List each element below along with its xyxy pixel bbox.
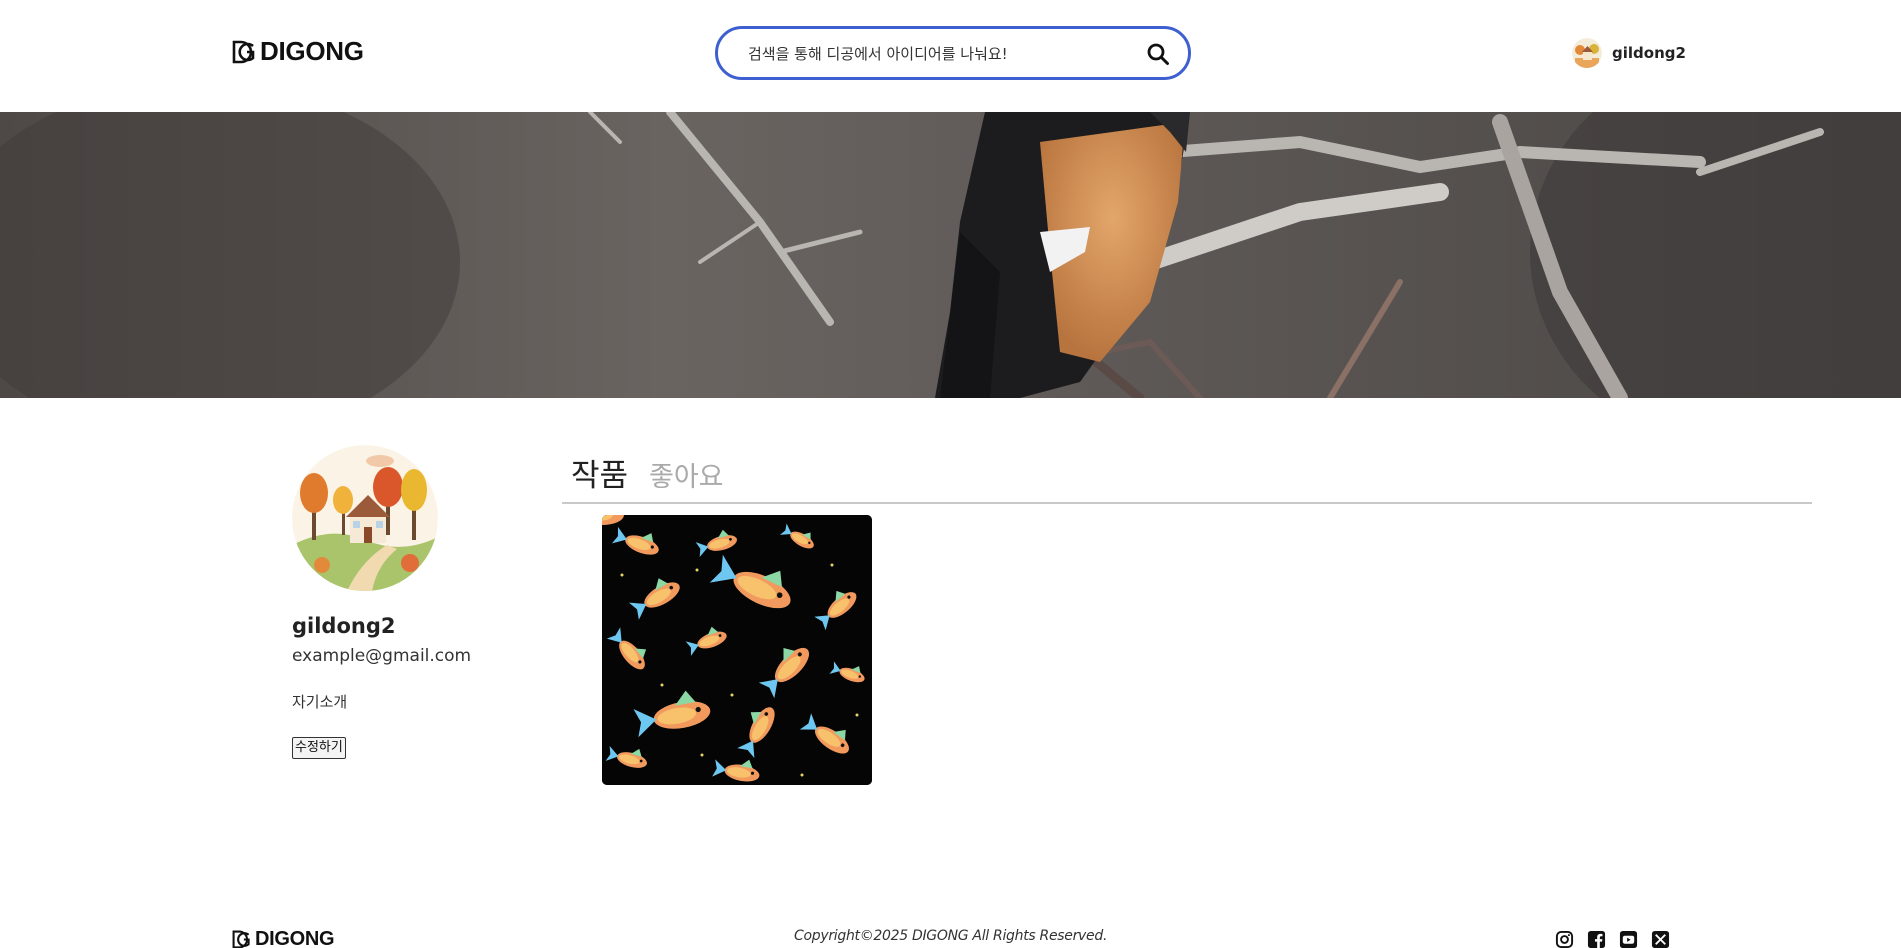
profile-intro: 자기소개	[292, 693, 348, 711]
user-menu[interactable]: gildong2	[1572, 38, 1686, 68]
header-logo[interactable]: DIGONG	[232, 36, 364, 67]
search-icon[interactable]	[1146, 42, 1170, 66]
search-bar	[715, 26, 1191, 80]
profile-banner-image	[0, 112, 1901, 398]
tab-works[interactable]: 작품	[571, 450, 628, 495]
artwork-card[interactable]	[602, 515, 872, 785]
copyright-text: Copyright©2025 DIGONG All Rights Reserve…	[794, 928, 1108, 944]
facebook-icon[interactable]	[1587, 930, 1606, 948]
profile-avatar	[292, 445, 438, 591]
profile-email: example@gmail.com	[292, 646, 472, 666]
search-input[interactable]	[748, 41, 1138, 67]
header: DIGONG gildong2	[0, 0, 1901, 112]
profile-sidebar: gildong2 example@gmail.com 자기소개 수정하기	[292, 445, 542, 759]
content-tabs: 작품 좋아요	[562, 448, 1812, 504]
social-links	[1555, 930, 1670, 948]
profile-name: gildong2	[292, 614, 396, 638]
logo-mark-icon	[232, 40, 255, 63]
artwork-image	[602, 515, 872, 785]
logo-mark-icon	[232, 930, 250, 948]
youtube-icon[interactable]	[1619, 930, 1638, 948]
user-name: gildong2	[1612, 44, 1686, 62]
instagram-icon[interactable]	[1555, 930, 1574, 948]
x-icon[interactable]	[1651, 930, 1670, 948]
footer-logo-text: DIGONG	[255, 928, 335, 948]
tab-likes[interactable]: 좋아요	[649, 455, 724, 494]
edit-profile-button[interactable]: 수정하기	[292, 737, 346, 759]
footer-logo[interactable]: DIGONG	[232, 928, 335, 948]
user-avatar	[1572, 38, 1602, 68]
logo-text: DIGONG	[260, 36, 364, 66]
